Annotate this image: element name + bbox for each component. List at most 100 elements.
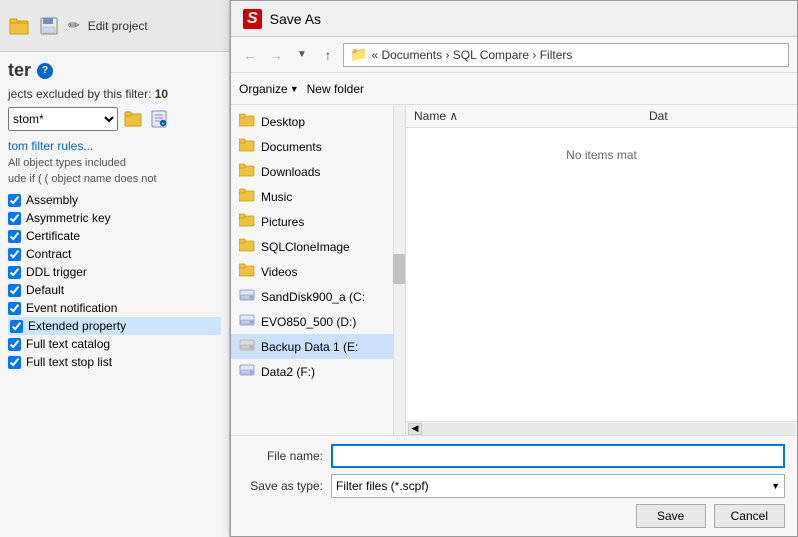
sidebar-item[interactable]: SQLCloneImage [231,234,405,259]
sidebar-item[interactable]: Videos [231,259,405,284]
dialog-title: Save As [270,11,321,27]
object-label: Certificate [26,229,80,243]
filter-dropdown[interactable]: stom* [8,107,118,131]
sidebar-item-label: Backup Data 1 (E: [261,340,358,354]
object-label: Asymmetric key [26,211,111,225]
sidebar-item-label: Data2 (F:) [261,365,315,379]
filter-select-row: stom* + [8,107,221,131]
sidebar-item[interactable]: Downloads [231,159,405,184]
cancel-button[interactable]: Cancel [714,504,785,528]
list-item[interactable]: Extended property [8,317,221,335]
sidebar-item[interactable]: SandDisk900_a (C: [231,284,405,309]
object-label: Full text stop list [26,355,112,369]
filename-label: File name: [243,449,323,463]
edit-project-label[interactable]: Edit project [88,19,148,33]
dialog-file-toolbar: Organize ▼ New folder [231,73,797,105]
object-label: Event notification [26,301,117,315]
filename-row: File name: [243,444,785,468]
folder-drive-icon [239,163,255,180]
breadcrumb-text: « Documents › SQL Compare › Filters [371,48,572,62]
folder-drive-icon [239,213,255,230]
sidebar-item-label: SQLCloneImage [261,240,350,254]
horizontal-scrollbar[interactable]: ◀ [406,421,797,435]
sidebar-item[interactable]: Data2 (F:) [231,359,405,384]
list-item[interactable]: Full text stop list [8,353,221,371]
new-folder-button[interactable]: New folder [307,82,364,96]
object-checkbox[interactable] [8,266,21,279]
sidebar-item[interactable]: Music [231,184,405,209]
up-button[interactable]: ↑ [317,44,339,66]
excluded-info: jects excluded by this filter: 10 [8,87,221,101]
object-checkbox[interactable] [8,248,21,261]
sidebar-item[interactable]: Backup Data 1 (E: [231,334,405,359]
filter-title-text: ter [8,60,31,81]
col-name-header: Name ∧ [414,109,649,123]
folder-drive-icon [239,263,255,280]
object-label: DDL trigger [26,265,87,279]
breadcrumb-folder-icon: 📁 [350,46,367,63]
list-item[interactable]: Full text catalog [8,335,221,353]
col-name-label: Name [414,109,446,123]
folder-drive-icon [239,188,255,205]
h-scroll-track[interactable] [422,423,795,435]
object-label: Full text catalog [26,337,110,351]
organize-button[interactable]: Organize ▼ [239,82,299,96]
sidebar-scrollbar[interactable] [393,105,405,435]
open-filter-icon[interactable] [122,108,144,130]
filename-input[interactable] [331,444,785,468]
forward-button[interactable]: → [265,44,287,66]
folder-drive-icon [239,238,255,255]
object-label: Contract [26,247,71,261]
open-icon[interactable] [8,15,30,37]
filetype-row: Save as type: Filter files (*.scpf) ▼ [243,474,785,498]
object-checkbox[interactable] [8,194,21,207]
object-list: Assembly Asymmetric key Certificate Contrac… [8,191,221,371]
list-item[interactable]: Contract [8,245,221,263]
list-item[interactable]: Default [8,281,221,299]
sidebar-item[interactable]: Desktop [231,109,405,134]
folder-drive-icon [239,363,255,380]
help-icon[interactable]: ? [37,63,53,79]
filetype-label: Save as type: [243,479,323,493]
save-icon[interactable] [38,15,60,37]
filter-action-icon[interactable]: + [148,108,170,130]
list-item[interactable]: Event notification [8,299,221,317]
main-toolbar: ✏ Edit project [0,0,229,52]
no-items-message: No items mat [566,148,637,162]
list-item[interactable]: Assembly [8,191,221,209]
save-button[interactable]: Save [636,504,706,528]
svg-text:+: + [162,122,165,128]
pencil-icon: ✏ [68,17,80,34]
object-checkbox[interactable] [10,320,23,333]
object-checkbox[interactable] [8,212,21,225]
object-checkbox[interactable] [8,338,21,351]
col-date-header: Dat [649,109,789,123]
sidebar-scroll-thumb[interactable] [393,254,405,284]
file-list-header: Name ∧ Dat [406,105,797,128]
sidebar-item[interactable]: Pictures [231,209,405,234]
dropdown-arrow-button[interactable]: ▼ [291,44,313,66]
dialog-app-icon: S [243,9,262,29]
object-checkbox[interactable] [8,356,21,369]
object-checkbox[interactable] [8,230,21,243]
folder-drive-icon [239,288,255,305]
file-list-body: No items mat [406,128,797,421]
folder-drive-icon [239,113,255,130]
folder-drive-icon [239,313,255,330]
object-checkbox[interactable] [8,284,21,297]
sidebar-item[interactable]: Documents [231,134,405,159]
object-checkbox[interactable] [8,302,21,315]
sort-arrow: ∧ [449,109,458,123]
object-label: Extended property [28,319,126,333]
excluded-count: 10 [155,87,168,101]
list-item[interactable]: Asymmetric key [8,209,221,227]
custom-filter-link[interactable]: tom filter rules... [8,139,221,153]
h-scroll-left-btn[interactable]: ◀ [408,423,422,435]
back-button[interactable]: ← [239,44,261,66]
dialog-nav-bar: ← → ▼ ↑ 📁 « Documents › SQL Compare › Fi… [231,37,797,73]
list-item[interactable]: Certificate [8,227,221,245]
list-item[interactable]: DDL trigger [8,263,221,281]
filetype-dropdown[interactable]: Filter files (*.scpf) ▼ [331,474,785,498]
sidebar-item[interactable]: EVO850_500 (D:) [231,309,405,334]
dialog-bottom-area: File name: Save as type: Filter files (*… [231,435,797,536]
